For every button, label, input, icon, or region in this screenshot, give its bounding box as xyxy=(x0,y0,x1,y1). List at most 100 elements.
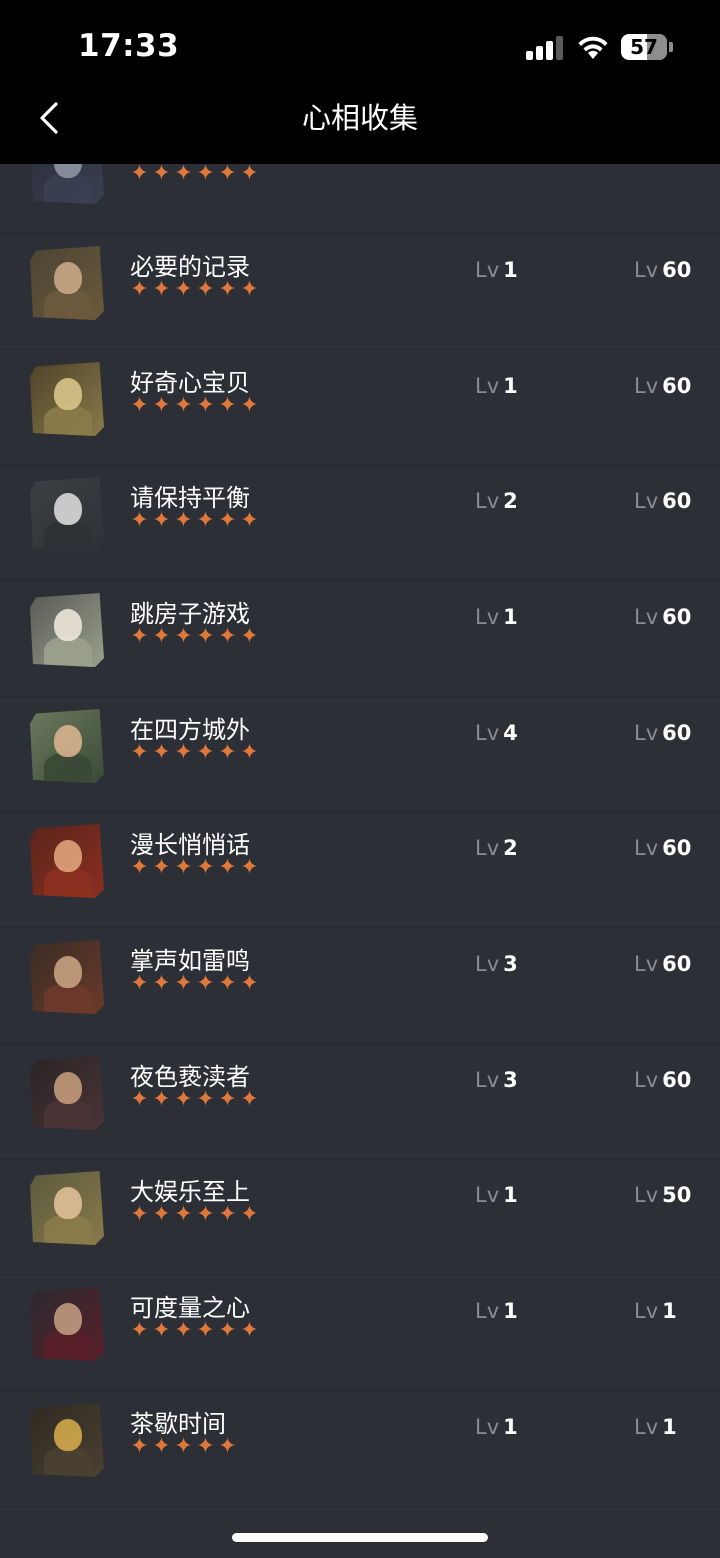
battery-icon: 57 xyxy=(621,34,667,60)
star-icon: ✦ xyxy=(152,740,171,765)
list-item[interactable]: 漫长悄悄话 ✦ ✦ ✦ ✦ ✦ ✦ Lv 2 Lv 60 xyxy=(0,812,720,928)
level-value: 60 xyxy=(662,721,692,745)
collection-list[interactable]: 沉默与向往✦✦✦✦✦✦Lv2Lv60必要的记录✦✦✦✦✦✦Lv1Lv60好奇心宝… xyxy=(0,164,720,1558)
current-level: Lv 1 xyxy=(475,1299,518,1323)
max-level: Lv60 xyxy=(634,721,691,745)
star-icon: ✦ xyxy=(152,1202,171,1227)
max-level: Lv60 xyxy=(634,836,691,860)
star-icon: ✦ xyxy=(130,971,149,996)
star-icon: ✦ xyxy=(218,855,237,880)
star-icon: ✦ xyxy=(152,1434,171,1459)
star-icon: ✦ xyxy=(196,1434,215,1459)
star-icon: ✦ xyxy=(218,1434,237,1459)
star-icon: ✦ xyxy=(240,740,259,765)
card-portrait xyxy=(30,1056,104,1130)
star-icon: ✦ xyxy=(218,277,237,302)
star-icon: ✦ xyxy=(174,624,193,649)
level-value: 60 xyxy=(662,836,692,860)
level-value: 1 xyxy=(503,258,518,282)
star-icon: ✦ xyxy=(174,277,193,302)
star-icon: ✦ xyxy=(196,971,215,996)
current-level: Lv 1 xyxy=(475,1415,518,1439)
list-item[interactable]: 必要的记录 ✦ ✦ ✦ ✦ ✦ ✦ Lv 1 Lv 60 xyxy=(0,234,720,350)
level-value: 2 xyxy=(503,836,518,860)
star-icon: ✦ xyxy=(174,740,193,765)
lv-prefix: Lv xyxy=(634,164,658,166)
current-level: Lv 4 xyxy=(475,721,518,745)
star-icon: ✦ xyxy=(174,855,193,880)
card-portrait xyxy=(30,824,104,898)
star-icon: ✦ xyxy=(130,1434,149,1459)
star-icon: ✦ xyxy=(240,508,259,533)
star-icon: ✦ xyxy=(240,277,259,302)
wifi-icon xyxy=(578,36,608,59)
star-icon: ✦ xyxy=(130,277,149,302)
star-icon: ✦ xyxy=(174,164,193,186)
star-icon: ✦ xyxy=(152,393,171,418)
lv-prefix: Lv xyxy=(634,1068,659,1092)
lv-prefix: Lv xyxy=(634,1183,659,1207)
page-title: 心相收集 xyxy=(301,101,418,135)
star-icon: ✦ xyxy=(174,1434,193,1459)
list-item[interactable]: 沉默与向往✦✦✦✦✦✦Lv2Lv60 xyxy=(0,164,720,234)
max-level: Lv60 xyxy=(634,605,691,629)
card-portrait xyxy=(30,593,104,667)
lv-prefix: Lv xyxy=(634,721,659,745)
card-portrait xyxy=(30,1171,104,1245)
list-item[interactable]: 在四方城外 ✦ ✦ ✦ ✦ ✦ ✦ Lv 4 Lv 60 xyxy=(0,697,720,813)
battery-level: 57 xyxy=(630,35,658,59)
list-item[interactable]: 掌声如雷鸣 ✦ ✦ ✦ ✦ ✦ ✦ Lv 3 Lv 60 xyxy=(0,928,720,1044)
max-level: Lv60 xyxy=(634,374,691,398)
current-level: Lv 2 xyxy=(475,164,518,166)
star-icon: ✦ xyxy=(152,855,171,880)
list-item[interactable]: 茶歇时间 ✦ ✦ ✦ ✦ ✦ Lv 1 Lv 1 xyxy=(0,1391,720,1507)
star-icon: ✦ xyxy=(218,1087,237,1112)
list-item[interactable]: 可度量之心 ✦ ✦ ✦ ✦ ✦ ✦ Lv 1 Lv 1 xyxy=(0,1275,720,1391)
current-level: Lv 1 xyxy=(475,605,518,629)
level-value: 50 xyxy=(662,1183,692,1207)
battery-cap xyxy=(669,42,673,52)
star-rating: ✦ ✦ ✦ ✦ ✦ ✦ xyxy=(129,856,260,880)
star-icon: ✦ xyxy=(196,277,215,302)
max-level: Lv 50 xyxy=(634,1183,691,1207)
current-level: Lv 1 xyxy=(475,1183,518,1207)
list-item[interactable]: 大娱乐至上 ✦ ✦ ✦ ✦ ✦ ✦ Lv 1 Lv 50 xyxy=(0,1159,720,1275)
level-value: 60 xyxy=(662,489,692,513)
max-level: Lv 1 xyxy=(634,1415,677,1439)
card-portrait xyxy=(30,940,104,1014)
star-icon: ✦ xyxy=(218,508,237,533)
home-indicator[interactable] xyxy=(232,1533,488,1542)
star-icon: ✦ xyxy=(174,393,193,418)
level-value: 1 xyxy=(503,1415,518,1439)
max-level: Lv 1 xyxy=(634,1299,677,1323)
nav-bar: 心相收集 xyxy=(0,88,720,164)
star-icon: ✦ xyxy=(196,508,215,533)
star-icon: ✦ xyxy=(218,971,237,996)
card-portrait xyxy=(30,477,104,551)
list-item[interactable]: 跳房子游戏 ✦ ✦ ✦ ✦ ✦ ✦ Lv 1 Lv 60 xyxy=(0,581,720,697)
star-icon: ✦ xyxy=(130,1318,149,1343)
star-icon: ✦ xyxy=(240,1087,259,1112)
star-rating: ✦ ✦ ✦ ✦ ✦ ✦ xyxy=(129,625,260,649)
level-value: 1 xyxy=(503,1299,518,1323)
level-value: 3 xyxy=(503,952,518,976)
star-rating: ✦ ✦ ✦ ✦ ✦ ✦ xyxy=(129,1088,260,1112)
lv-prefix: Lv xyxy=(634,605,659,629)
star-rating: ✦ ✦ ✦ ✦ ✦ ✦ xyxy=(129,278,260,302)
star-icon: ✦ xyxy=(240,1318,259,1343)
list-item[interactable]: 好奇心宝贝 ✦ ✦ ✦ ✦ ✦ ✦ Lv 1 Lv 60 xyxy=(0,350,720,466)
level-value: 1 xyxy=(662,1415,677,1439)
current-level: Lv 1 xyxy=(475,374,518,398)
lv-prefix: Lv xyxy=(634,374,659,398)
card-portrait xyxy=(30,362,104,436)
lv-prefix: Lv xyxy=(634,1299,659,1323)
star-icon: ✦ xyxy=(130,164,149,186)
list-item[interactable]: 请保持平衡 ✦ ✦ ✦ ✦ ✦ ✦ Lv 2 Lv 60 xyxy=(0,465,720,581)
status-bar: 17:33 57 xyxy=(0,0,720,88)
list-item[interactable]: 夜色亵渎者 ✦ ✦ ✦ ✦ ✦ ✦ Lv 3 Lv 60 xyxy=(0,1044,720,1160)
star-icon: ✦ xyxy=(218,1202,237,1227)
max-level: Lv60 xyxy=(634,489,691,513)
card-portrait xyxy=(30,709,104,783)
lv-prefix: Lv xyxy=(634,836,659,860)
star-rating: ✦ ✦ ✦ ✦ ✦ ✦ xyxy=(129,1319,260,1343)
